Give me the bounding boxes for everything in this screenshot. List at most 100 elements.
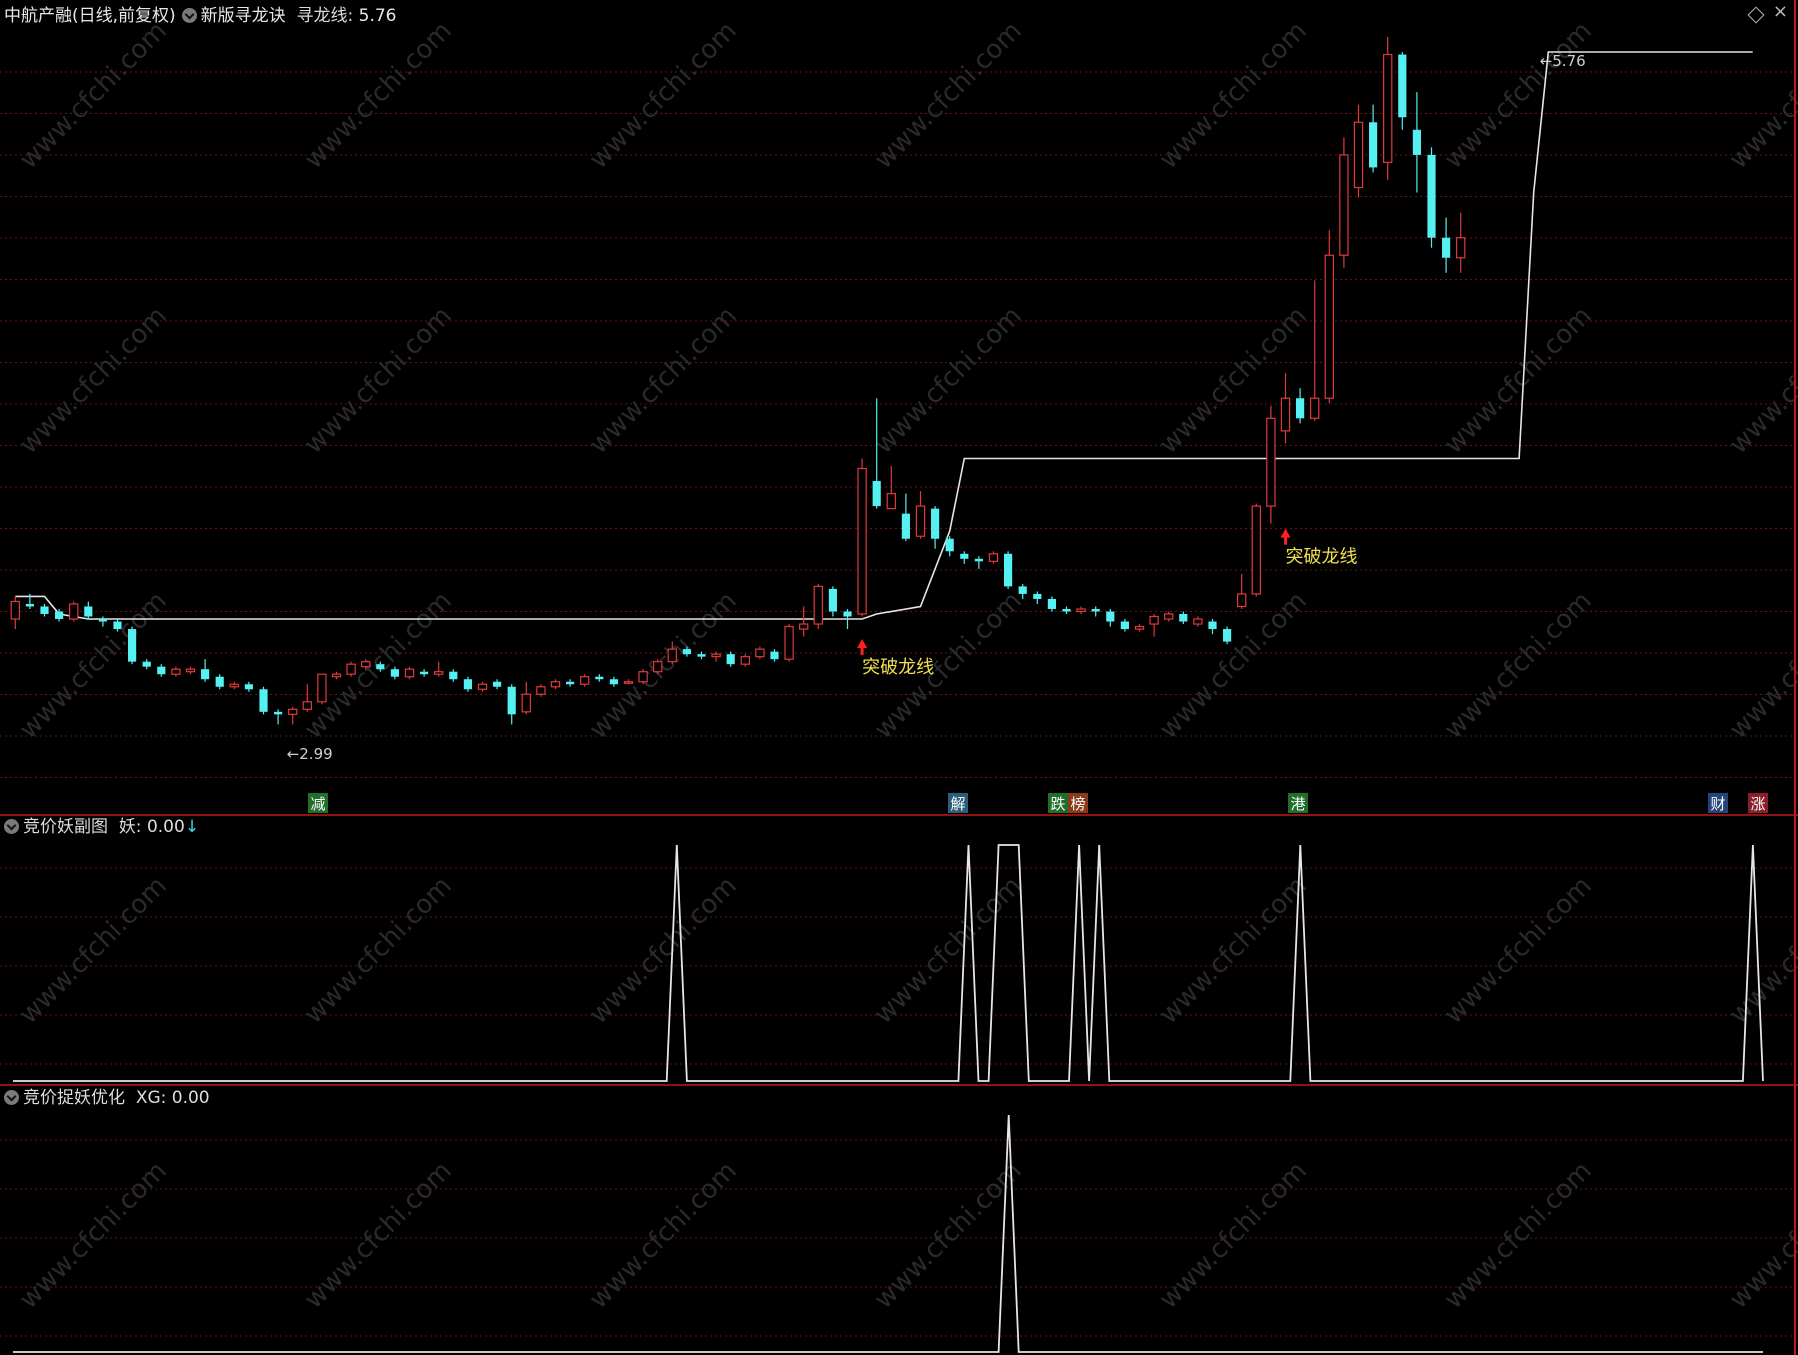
candle-body (128, 629, 137, 662)
candle-body (507, 686, 516, 715)
candle-body (799, 623, 809, 630)
candle-body (40, 606, 49, 614)
candle-body (361, 661, 371, 668)
candle-body (550, 681, 561, 688)
candle-body (1179, 614, 1188, 622)
candle-body (623, 681, 634, 684)
watermark-text: www.cfchi.com (584, 871, 743, 1030)
candle-body (580, 676, 590, 685)
candle-body (1296, 398, 1305, 419)
candle-body (1427, 154, 1436, 238)
candle-body (274, 711, 283, 715)
candle-body (434, 671, 444, 675)
candle-body (1456, 237, 1466, 259)
watermark-text: www.cfchi.com (299, 871, 458, 1030)
watermark-text: www.cfchi.com (1154, 1156, 1313, 1315)
watermark-text: www.cfchi.com (584, 16, 743, 175)
watermark-text: www.cfchi.com (14, 871, 173, 1030)
kline-chart: www.cfchi.com www.cfchi.com www.cfchi.com w… (0, 0, 1798, 1355)
line-value: 5.76 (358, 6, 397, 26)
candle-body (1442, 237, 1451, 258)
candle-body (420, 671, 429, 675)
candle-body (1324, 254, 1334, 399)
indicator-toggle-icon[interactable] (4, 819, 19, 834)
close-icon[interactable]: × (1773, 2, 1788, 22)
candle-body (1237, 593, 1247, 608)
candle-body (697, 654, 706, 657)
candle-body (331, 673, 342, 678)
candle-body (1120, 621, 1129, 630)
watermark-text: www.cfchi.com (1154, 16, 1313, 175)
candle-body (813, 585, 823, 625)
candle-body (784, 625, 794, 660)
watermark-text: www.cfchi.com (584, 1156, 743, 1315)
watermark-text: www.cfchi.com (1439, 871, 1598, 1030)
watermark-text: www.cfchi.com (1154, 871, 1313, 1030)
candle-body (404, 668, 415, 678)
candle-body (960, 553, 969, 559)
watermark-text: www.cfchi.com (1439, 301, 1598, 460)
candle-body (1164, 613, 1174, 620)
candle-body (1353, 121, 1364, 189)
candle-body (185, 668, 196, 673)
stock-title[interactable]: 中航产融(日线,前复权) (4, 6, 176, 26)
event-tag-label: 财 (1710, 795, 1725, 813)
candle-body (667, 648, 677, 663)
candle-body (609, 679, 618, 685)
candle-body (1004, 553, 1013, 587)
candle-body (1076, 608, 1086, 613)
candle-body (1280, 397, 1291, 432)
candle-body (1383, 53, 1393, 164)
breakout-arrow-icon (1280, 528, 1291, 545)
watermark-text: www.cfchi.com (299, 1156, 458, 1315)
watermark-text: www.cfchi.com (1439, 586, 1598, 745)
candle-body (142, 661, 151, 667)
watermark-text: www.cfchi.com (1439, 1156, 1598, 1315)
min-price-label: ←2.99 (287, 745, 333, 763)
watermark-text: www.cfchi.com (1724, 301, 1798, 460)
sub-panel-1-header: 竞价妖副图 妖: 0.00↓ (0, 817, 199, 837)
candle-body (828, 588, 837, 612)
candle-body (84, 606, 93, 617)
candle-body (521, 693, 531, 713)
candle-body (1223, 629, 1232, 642)
candle-body (566, 681, 575, 685)
candle-body (711, 653, 721, 658)
down-arrow-icon: ↓ (184, 817, 200, 837)
sub-panel-2-header: 竞价捉妖优化 XG: 0.00 (0, 1088, 210, 1108)
watermark-text: www.cfchi.com (1724, 586, 1798, 745)
candle-body (229, 683, 239, 688)
watermark-text: www.cfchi.com (1724, 1156, 1798, 1315)
breakout-label: 突破龙线 (1286, 547, 1358, 568)
indicator-name[interactable]: 新版寻龙诀 (201, 6, 286, 26)
candle-body (843, 611, 852, 617)
candle-body (449, 671, 458, 680)
sub2-name[interactable]: 竞价捉妖优化 (23, 1088, 125, 1108)
candle-body (1033, 593, 1042, 599)
candle-body (931, 508, 940, 539)
candle-body (288, 708, 298, 715)
candle-body (477, 683, 488, 690)
watermark-text: www.cfchi.com (584, 586, 743, 745)
candle-body (55, 611, 64, 620)
candle-body (1134, 625, 1145, 630)
sub1-value-label: 妖: (118, 817, 142, 837)
candle-body (1398, 54, 1407, 118)
candle-body (390, 669, 399, 677)
candle-body (1251, 505, 1261, 595)
indicator-toggle-icon[interactable] (4, 1090, 19, 1105)
candle-body (1062, 608, 1071, 612)
event-tag-label: 涨 (1750, 795, 1765, 813)
candle-body (872, 481, 881, 507)
indicator-toggle-icon[interactable] (181, 8, 197, 23)
candle-body (988, 553, 999, 562)
sub1-name[interactable]: 竞价妖副图 (23, 817, 108, 837)
candle-body (740, 656, 750, 665)
candle-body (259, 689, 268, 712)
watermark-text: www.cfchi.com (869, 301, 1028, 460)
event-tag-label: 榜 (1070, 795, 1085, 813)
sub2-value-label: XG: (135, 1088, 167, 1108)
event-tag-label: 减 (310, 795, 325, 813)
candle-body (770, 651, 779, 660)
candle-body (1091, 608, 1100, 612)
